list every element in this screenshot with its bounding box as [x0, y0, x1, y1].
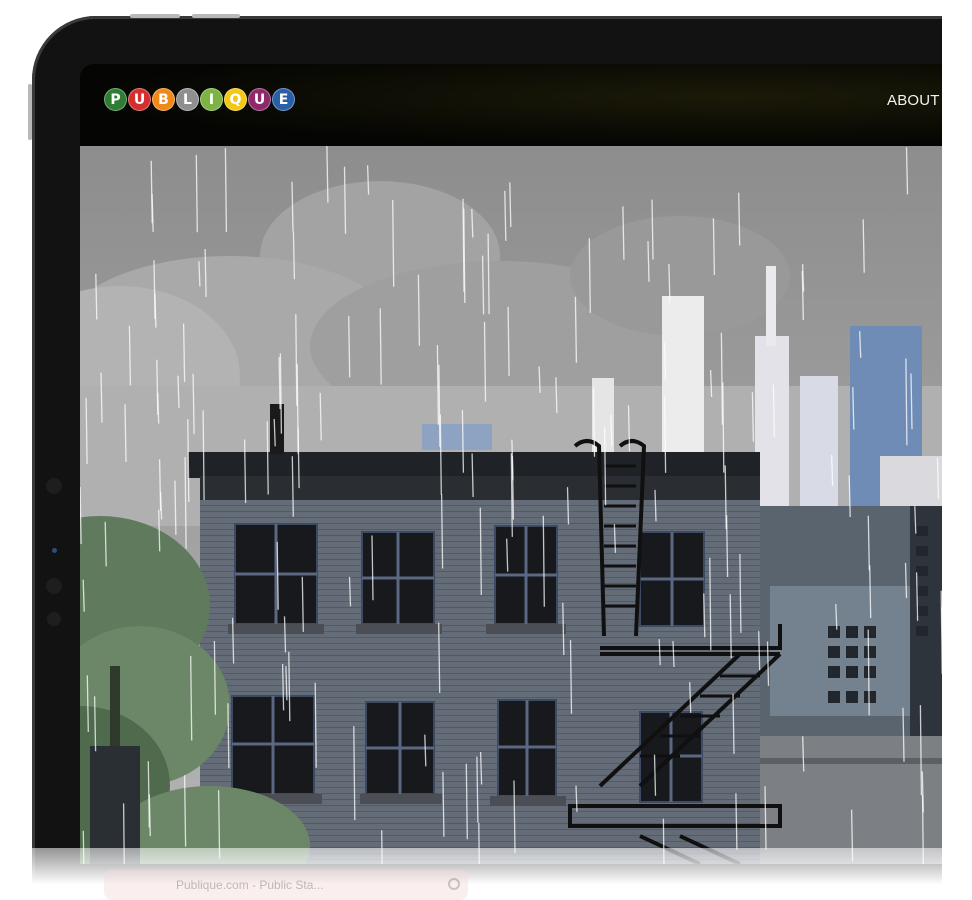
camera-icon: [52, 548, 57, 553]
logo-letter: Q: [224, 88, 247, 111]
logo-letter: E: [272, 88, 295, 111]
volume-button-top: [130, 14, 180, 18]
reflection-search-icon: [448, 878, 460, 890]
side-sensor-2: [46, 578, 62, 594]
reflection-text: Publique.com - Public Sta...: [176, 878, 324, 892]
nav-about-link[interactable]: ABOUT: [887, 92, 940, 109]
hero-illustration: [80, 145, 950, 864]
site-header: PUBLIQUE ABOUT: [80, 64, 950, 146]
device-screen: PUBLIQUE ABOUT: [80, 64, 950, 864]
reflection-tab: Publique.com - Public Sta...: [104, 870, 468, 900]
logo-letter: L: [176, 88, 199, 111]
apartment-building: [188, 404, 760, 864]
publique-logo[interactable]: PUBLIQUE: [104, 88, 295, 111]
logo-letter: B: [152, 88, 175, 111]
side-sensor-3: [47, 612, 61, 626]
logo-letter: U: [128, 88, 151, 111]
volume-button-top-2: [192, 14, 240, 18]
logo-letter: P: [104, 88, 127, 111]
logo-letter: U: [248, 88, 271, 111]
side-button: [28, 84, 32, 140]
side-sensor-1: [46, 478, 62, 494]
page-stage: PUBLIQUE ABOUT Publique.com - Public Sta…: [0, 0, 972, 900]
logo-letter: I: [200, 88, 223, 111]
rainy-city-illustration: [80, 145, 950, 864]
right-edge-whitespace: [942, 0, 972, 900]
